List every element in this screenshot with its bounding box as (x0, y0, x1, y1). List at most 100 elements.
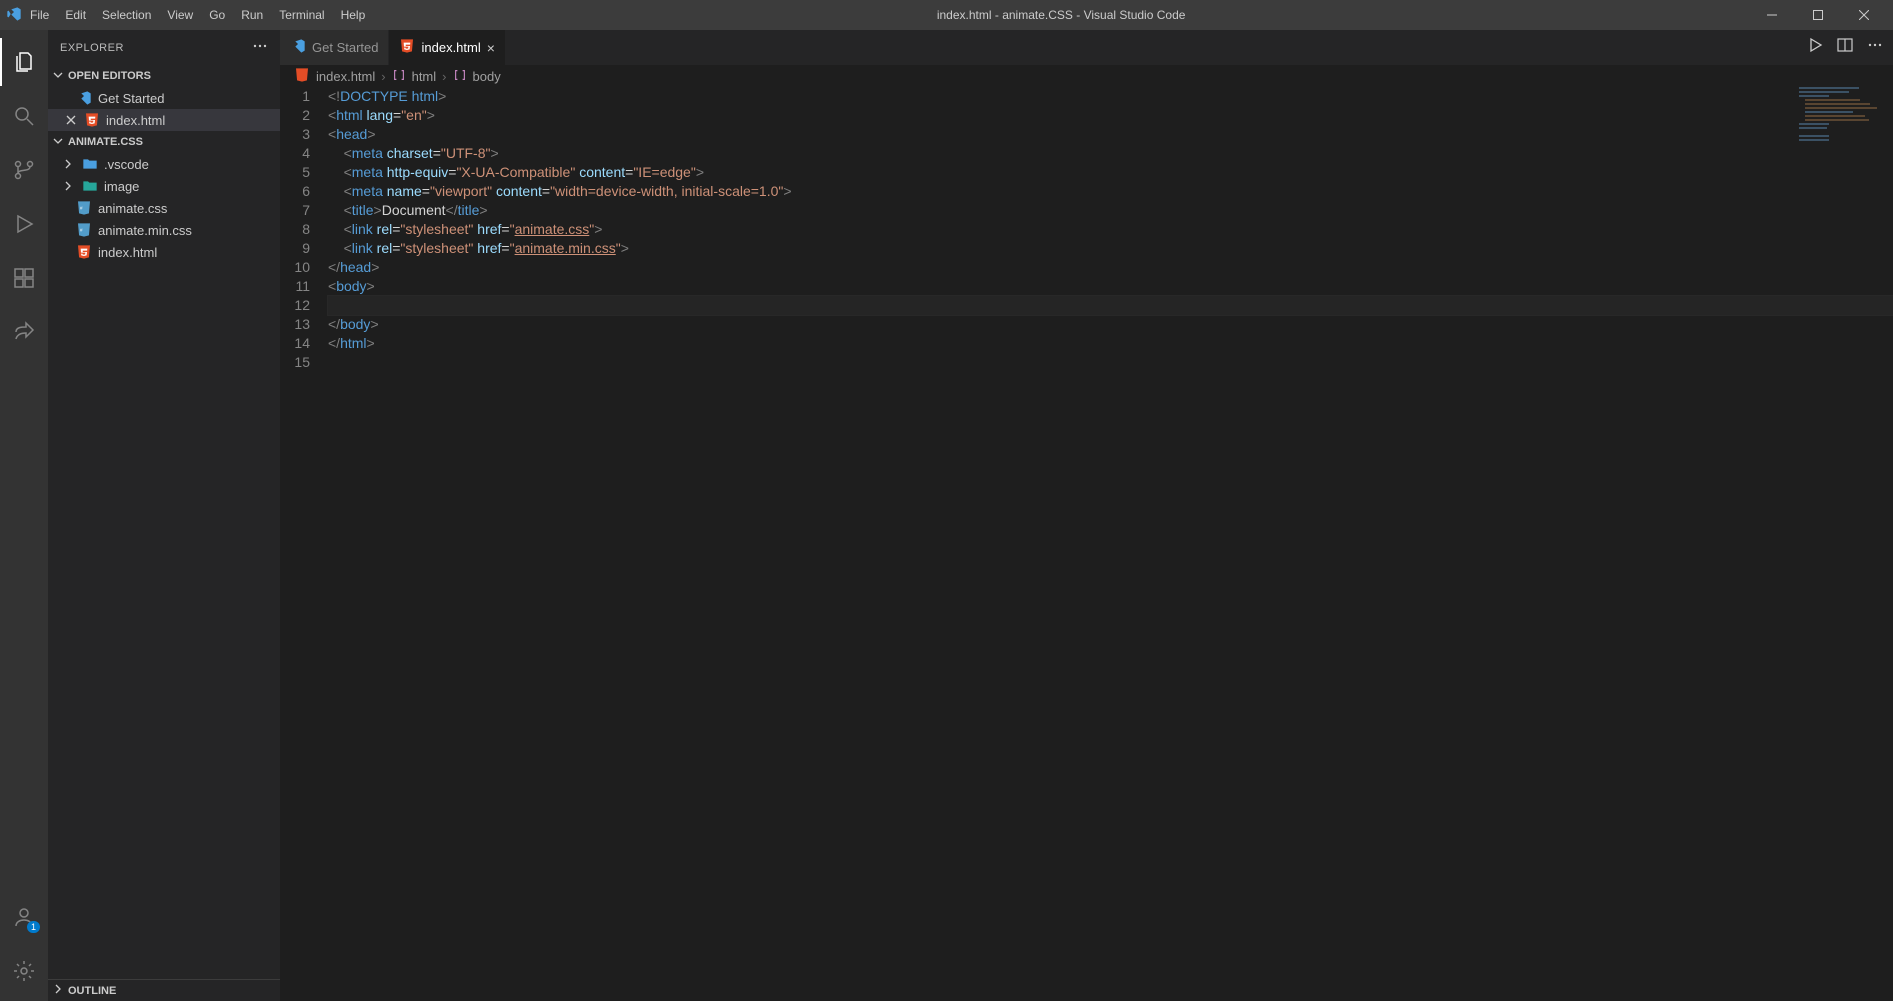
menu-edit[interactable]: Edit (57, 4, 94, 26)
split-editor-icon[interactable] (1837, 37, 1853, 58)
outline-header[interactable]: OUTLINE (48, 979, 280, 1001)
menu-file[interactable]: File (22, 4, 57, 26)
activity-share[interactable] (0, 308, 48, 356)
code-line[interactable]: <meta http-equiv="X-UA-Compatible" conte… (328, 163, 1893, 182)
open-editor-get-started[interactable]: Get Started (48, 87, 280, 109)
sidebar-explorer: EXPLORER OPEN EDITORS Get Started ind (48, 30, 280, 1001)
tree-file-animate-css[interactable]: # animate.css (48, 197, 280, 219)
close-icon[interactable]: × (487, 40, 495, 56)
open-editor-label: Get Started (98, 91, 164, 106)
window-title: index.html - animate.CSS - Visual Studio… (373, 8, 1749, 22)
code-line[interactable]: <!DOCTYPE html> (328, 87, 1893, 106)
brackets-icon (453, 68, 467, 85)
run-icon[interactable] (1807, 37, 1823, 58)
editor-area: Get Started index.html × index.html › ht… (280, 30, 1893, 1001)
breadcrumb-label[interactable]: body (473, 69, 501, 84)
code-line[interactable]: <meta name="viewport" content="width=dev… (328, 182, 1893, 201)
activity-run-debug[interactable] (0, 200, 48, 248)
line-number: 9 (280, 239, 310, 258)
play-bug-icon (12, 212, 36, 236)
chevron-right-icon: › (442, 69, 446, 84)
chevron-right-icon: › (381, 69, 385, 84)
line-number: 2 (280, 106, 310, 125)
menu-go[interactable]: Go (201, 4, 233, 26)
html-file-icon (84, 112, 100, 128)
tree-item-label: .vscode (104, 157, 149, 172)
svg-text:#: # (80, 227, 83, 232)
gear-icon (12, 959, 36, 983)
minimize-button[interactable] (1749, 0, 1795, 30)
editor-body[interactable]: 123456789101112131415 <!DOCTYPE html><ht… (280, 87, 1893, 1001)
vscode-small-icon (76, 90, 92, 106)
open-editors-header[interactable]: OPEN EDITORS (48, 65, 280, 87)
close-icon[interactable] (64, 112, 78, 128)
maximize-button[interactable] (1795, 0, 1841, 30)
code-line[interactable]: </body> (328, 315, 1893, 334)
line-number: 13 (280, 315, 310, 334)
account-badge: 1 (27, 921, 40, 933)
activity-source-control[interactable] (0, 146, 48, 194)
line-number: 15 (280, 353, 310, 372)
menu-selection[interactable]: Selection (94, 4, 159, 26)
close-button[interactable] (1841, 0, 1887, 30)
css-file-icon: # (76, 222, 92, 238)
tab-index-html[interactable]: index.html × (389, 30, 505, 65)
vscode-small-icon (290, 38, 306, 57)
code-line[interactable]: <meta charset="UTF-8"> (328, 144, 1893, 163)
tree-file-index-html[interactable]: index.html (48, 241, 280, 263)
line-gutter: 123456789101112131415 (280, 87, 328, 1001)
menu-help[interactable]: Help (333, 4, 374, 26)
code-line[interactable]: </html> (328, 334, 1893, 353)
search-icon (12, 104, 36, 128)
breadcrumbs[interactable]: index.html › html › body (280, 65, 1893, 87)
open-editor-index-html[interactable]: index.html (48, 109, 280, 131)
activity-search[interactable] (0, 92, 48, 140)
activity-explorer[interactable] (0, 38, 48, 86)
tab-label: Get Started (312, 40, 378, 55)
activity-settings[interactable] (0, 947, 48, 995)
html-file-icon (294, 67, 310, 86)
code-line[interactable]: <body> (328, 277, 1893, 296)
breadcrumb-label[interactable]: index.html (316, 69, 375, 84)
code-line[interactable] (328, 296, 1893, 315)
outline-label: OUTLINE (68, 985, 116, 997)
editor-actions (1807, 30, 1893, 65)
menu-run[interactable]: Run (233, 4, 271, 26)
chevron-down-icon (52, 69, 64, 84)
code-line[interactable]: <link rel="stylesheet" href="animate.css… (328, 220, 1893, 239)
tree-file-animate-min-css[interactable]: # animate.min.css (48, 219, 280, 241)
title-bar: File Edit Selection View Go Run Terminal… (0, 0, 1893, 30)
menu-terminal[interactable]: Terminal (271, 4, 332, 26)
html-file-icon (399, 38, 415, 57)
tree-folder-image[interactable]: image (48, 175, 280, 197)
tab-get-started[interactable]: Get Started (280, 30, 389, 65)
code-line[interactable]: <html lang="en"> (328, 106, 1893, 125)
line-number: 3 (280, 125, 310, 144)
activity-accounts[interactable]: 1 (0, 893, 48, 941)
open-editor-label: index.html (106, 113, 165, 128)
tree-item-label: animate.css (98, 201, 167, 216)
code-content[interactable]: <!DOCTYPE html><html lang="en"><head> <m… (328, 87, 1893, 1001)
open-editors-label: OPEN EDITORS (68, 70, 151, 82)
tree-folder-vscode[interactable]: .vscode (48, 153, 280, 175)
chevron-right-icon (60, 158, 76, 170)
code-line[interactable] (328, 353, 1893, 372)
project-header[interactable]: ANIMATE.CSS (48, 131, 280, 153)
css-file-icon: # (76, 200, 92, 216)
breadcrumb-label[interactable]: html (412, 69, 437, 84)
tab-label: index.html (421, 40, 480, 55)
code-line[interactable]: <title>Document</title> (328, 201, 1893, 220)
minimap[interactable] (1799, 87, 1879, 187)
code-line[interactable]: <head> (328, 125, 1893, 144)
svg-text:#: # (80, 205, 83, 210)
code-line[interactable]: <link rel="stylesheet" href="animate.min… (328, 239, 1893, 258)
chevron-right-icon (52, 983, 64, 998)
menu-view[interactable]: View (159, 4, 201, 26)
sidebar-more-icon[interactable] (252, 38, 268, 57)
activity-extensions[interactable] (0, 254, 48, 302)
more-icon[interactable] (1867, 37, 1883, 58)
branch-icon (12, 158, 36, 182)
line-number: 7 (280, 201, 310, 220)
html-file-icon (76, 244, 92, 260)
code-line[interactable]: </head> (328, 258, 1893, 277)
